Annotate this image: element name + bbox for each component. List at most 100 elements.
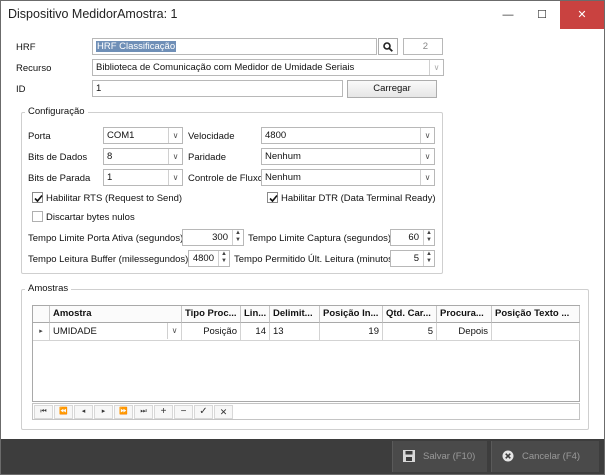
dtr-label: Habilitar DTR (Data Terminal Ready) (281, 193, 436, 204)
prev-page-icon[interactable]: ⏪ (54, 405, 73, 419)
cell-posicao-texto[interactable] (492, 323, 580, 341)
tempo-buffer-value: 4800 (192, 253, 214, 264)
hrf-search-button[interactable] (378, 38, 398, 55)
cell-posicao-inicial[interactable]: 19 (320, 323, 383, 341)
save-icon (403, 450, 415, 462)
tempo-ult-label: Tempo Permitido Últ. Leitura (minutos) (234, 254, 397, 265)
col-delimitador[interactable]: Delimit... (270, 306, 320, 323)
minimize-button[interactable]: — (493, 1, 523, 29)
velocidade-value: 4800 (265, 130, 287, 141)
spinner-arrows-icon[interactable]: ▲ ▼ (423, 251, 434, 266)
cell-delimitador[interactable]: 13 (270, 323, 320, 341)
dialog-window: Dispositivo MedidorAmostra: 1 — ☐ ✕ HRF … (0, 0, 605, 475)
controle-fluxo-label: Controle de Fluxo (188, 173, 263, 184)
grid-corner (33, 306, 50, 323)
hrf-field[interactable]: HRF Classificação (92, 38, 377, 55)
col-tipo[interactable]: Tipo Proc... (182, 306, 241, 323)
bits-dados-label: Bits de Dados (28, 152, 88, 163)
cancel-icon (502, 450, 514, 462)
close-button[interactable]: ✕ (560, 1, 604, 29)
chevron-down-icon[interactable]: ∨ (420, 128, 434, 143)
checkmark-icon (269, 194, 278, 203)
tempo-buffer-label: Tempo Leitura Buffer (milessegundos) (28, 254, 189, 265)
rts-checkbox[interactable] (32, 192, 43, 203)
recurso-value: Biblioteca de Comunicação com Medidor de… (96, 62, 355, 73)
cancel-record-icon[interactable]: ✕ (214, 405, 233, 419)
last-record-icon[interactable]: ⏭ (134, 405, 153, 419)
spinner-arrows-icon[interactable]: ▲ ▼ (232, 230, 243, 245)
row-indicator[interactable]: ▸ (33, 323, 50, 341)
paridade-combo[interactable]: Nenhum ∨ (261, 148, 435, 165)
discartar-label: Discartar bytes nulos (46, 212, 135, 223)
spinner-arrows-icon[interactable]: ▲ ▼ (218, 251, 229, 266)
bits-parada-combo[interactable]: 1 ∨ (103, 169, 183, 186)
chevron-down-icon[interactable]: ∨ (168, 128, 182, 143)
paridade-value: Nenhum (265, 151, 301, 162)
prev-record-icon[interactable]: ◂ (74, 405, 93, 419)
id-field[interactable]: 1 (92, 80, 343, 97)
amostras-grid: Amostra Tipo Proc... Lin... Delimit... P… (32, 305, 580, 402)
chevron-down-icon[interactable]: ∨ (167, 323, 181, 339)
cell-tipo[interactable]: Posição (182, 323, 241, 341)
maximize-button[interactable]: ☐ (527, 1, 557, 29)
col-linha[interactable]: Lin... (241, 306, 270, 323)
cancelar-label: Cancelar (F4) (522, 451, 581, 462)
window-title: Dispositivo MedidorAmostra: 1 (8, 7, 178, 21)
first-record-icon[interactable]: ⏮ (34, 405, 53, 419)
bits-dados-combo[interactable]: 8 ∨ (103, 148, 183, 165)
recurso-label: Recurso (16, 63, 52, 74)
tempo-captura-label: Tempo Limite Captura (segundos) (248, 233, 392, 244)
dtr-checkbox[interactable] (267, 192, 278, 203)
delete-record-icon[interactable]: − (174, 405, 193, 419)
porta-combo[interactable]: COM1 ∨ (103, 127, 183, 144)
controle-fluxo-value: Nenhum (265, 172, 301, 183)
cell-linha[interactable]: 14 (241, 323, 270, 341)
tempo-ult-spinner[interactable]: 5 ▲ ▼ (390, 250, 435, 267)
spinner-arrows-icon[interactable]: ▲ ▼ (423, 230, 434, 245)
velocidade-label: Velocidade (188, 131, 235, 142)
hrf-value: HRF Classificação (96, 41, 177, 52)
paridade-label: Paridade (188, 152, 227, 163)
cell-procura[interactable]: Depois (437, 323, 492, 341)
porta-value: COM1 (107, 130, 135, 141)
title-bar: Dispositivo MedidorAmostra: 1 — ☐ ✕ (1, 1, 604, 29)
cell-amostra[interactable]: UMIDADE ∨ (50, 323, 182, 341)
bits-parada-label: Bits de Parada (28, 173, 91, 184)
footer-bar: Salvar (F10) Cancelar (F4) (1, 439, 604, 474)
chevron-down-icon[interactable]: ∨ (429, 60, 443, 75)
col-amostra[interactable]: Amostra (50, 306, 182, 323)
chevron-down-icon[interactable]: ∨ (168, 170, 182, 185)
search-icon (383, 42, 393, 52)
carregar-button[interactable]: Carregar (347, 80, 437, 98)
tempo-buffer-spinner[interactable]: 4800 ▲ ▼ (188, 250, 230, 267)
col-qtd-caracteres[interactable]: Qtd. Car... (383, 306, 437, 323)
grid-navigator: ⏮ ⏪ ◂ ▸ ⏩ ⏭ + − ✓ ✕ (32, 403, 580, 420)
col-procura[interactable]: Procura... (437, 306, 492, 323)
chevron-down-icon[interactable]: ∨ (420, 170, 434, 185)
bits-dados-value: 8 (107, 151, 113, 162)
chevron-down-icon[interactable]: ∨ (168, 149, 182, 164)
add-record-icon[interactable]: + (154, 405, 173, 419)
hrf-code-field: 2 (403, 38, 443, 55)
recurso-combo[interactable]: Biblioteca de Comunicação com Medidor de… (92, 59, 444, 76)
tempo-porta-label: Tempo Limite Porta Ativa (segundos) (28, 233, 184, 244)
chevron-down-icon[interactable]: ∨ (420, 149, 434, 164)
salvar-button[interactable]: Salvar (F10) (392, 441, 487, 472)
rts-label: Habilitar RTS (Request to Send) (46, 193, 183, 204)
discartar-checkbox[interactable] (32, 211, 43, 222)
bits-parada-value: 1 (107, 172, 113, 183)
col-posicao-inicial[interactable]: Posição In... (320, 306, 383, 323)
cancelar-button[interactable]: Cancelar (F4) (491, 441, 599, 472)
tempo-captura-spinner[interactable]: 60 ▲ ▼ (390, 229, 435, 246)
col-posicao-texto[interactable]: Posição Texto ... (492, 306, 580, 323)
next-record-icon[interactable]: ▸ (94, 405, 113, 419)
tempo-porta-spinner[interactable]: 300 ▲ ▼ (182, 229, 244, 246)
salvar-label: Salvar (F10) (423, 451, 476, 462)
checkmark-icon (34, 194, 43, 203)
velocidade-combo[interactable]: 4800 ∨ (261, 127, 435, 144)
cell-qtd-caracteres[interactable]: 5 (383, 323, 437, 341)
next-page-icon[interactable]: ⏩ (114, 405, 133, 419)
hrf-label: HRF (16, 42, 36, 53)
controle-fluxo-combo[interactable]: Nenhum ∨ (261, 169, 435, 186)
post-record-icon[interactable]: ✓ (194, 405, 213, 419)
